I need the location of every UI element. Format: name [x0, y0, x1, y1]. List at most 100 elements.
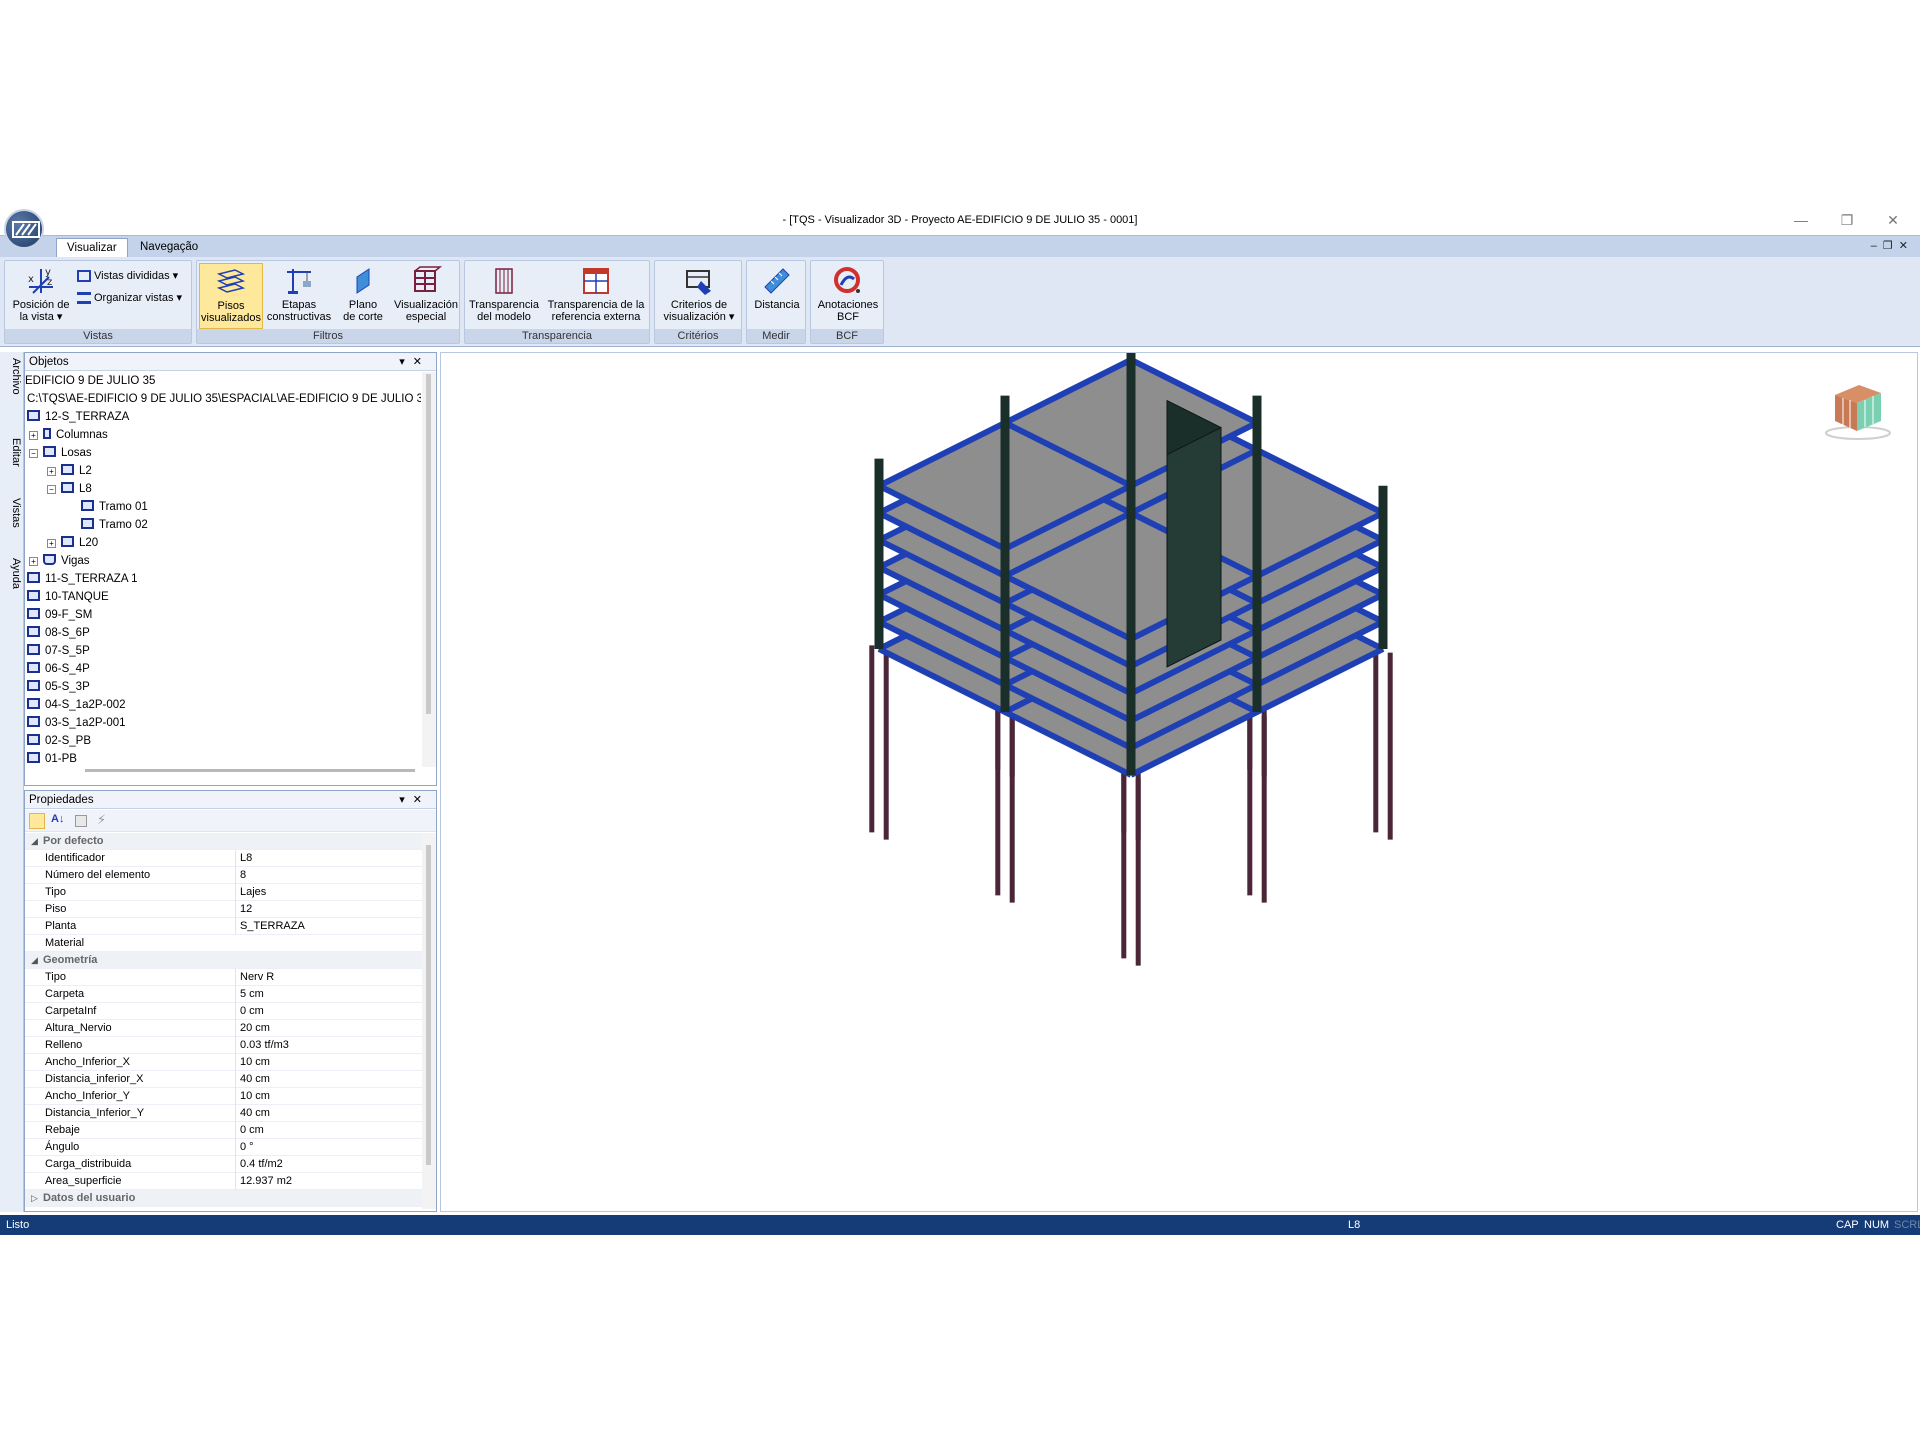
tree-item-path[interactable]: C:\TQS\AE-EDIFICIO 9 DE JULIO 35\ESPACIA…: [27, 390, 421, 408]
property-value[interactable]: 0 cm: [235, 1122, 264, 1139]
property-row[interactable]: Altura_Nervio 20 cm: [25, 1020, 423, 1037]
property-row[interactable]: Piso 12: [25, 901, 423, 918]
property-value[interactable]: 0.03 tf/m3: [235, 1037, 289, 1054]
expand-icon[interactable]: +: [29, 557, 38, 566]
property-value[interactable]: 20 cm: [235, 1020, 270, 1037]
expand-icon[interactable]: +: [47, 467, 56, 476]
expand-icon[interactable]: +: [47, 539, 56, 548]
property-row[interactable]: CarpetaInf 0 cm: [25, 1003, 423, 1020]
transparencia-referencia-button[interactable]: Transparencia de la referencia externa: [543, 263, 649, 329]
tree-item-floor[interactable]: 12-S_TERRAZA: [27, 408, 129, 426]
property-value[interactable]: S_TERRAZA: [235, 918, 305, 935]
property-row[interactable]: Ángulo 0 °: [25, 1139, 423, 1156]
property-row[interactable]: Area_superficie 12.937 m2: [25, 1173, 423, 1190]
property-row[interactable]: Tipo Lajes: [25, 884, 423, 901]
property-row[interactable]: Carga_distribuida 0.4 tf/m2: [25, 1156, 423, 1173]
property-value[interactable]: 0.4 tf/m2: [235, 1156, 283, 1173]
tree-item-floor[interactable]: 02-S_PB: [27, 732, 91, 750]
side-tab-archivo[interactable]: Archivo: [2, 358, 22, 395]
property-row[interactable]: Relleno 0.03 tf/m3: [25, 1037, 423, 1054]
anotaciones-bcf-button[interactable]: Anotaciones BCF: [813, 263, 883, 329]
tree-item-floor[interactable]: 03-S_1a2P-001: [27, 714, 126, 732]
expand-triangle-icon[interactable]: ▷: [31, 1190, 38, 1207]
app-logo-icon[interactable]: [4, 209, 44, 249]
collapse-triangle-icon[interactable]: ◢: [31, 952, 38, 969]
property-pages-icon[interactable]: [75, 815, 87, 827]
viewport-3d[interactable]: [440, 352, 1918, 1212]
property-value[interactable]: 0 °: [235, 1139, 254, 1156]
tree-item-floor[interactable]: 01-PB: [27, 750, 77, 768]
expand-icon[interactable]: +: [29, 431, 38, 440]
tree-item-slab[interactable]: − L8: [47, 480, 92, 498]
collapse-icon[interactable]: −: [47, 485, 56, 494]
tree-item-floor[interactable]: 04-S_1a2P-002: [27, 696, 126, 714]
tree-item-project[interactable]: EDIFICIO 9 DE JULIO 35: [25, 372, 155, 390]
pisos-visualizados-button[interactable]: Pisos visualizados: [199, 263, 263, 329]
property-row[interactable]: Carpeta 5 cm: [25, 986, 423, 1003]
tree-item-group[interactable]: + Columnas: [29, 426, 108, 444]
events-icon[interactable]: ⚡: [97, 812, 106, 828]
property-value[interactable]: 0 cm: [235, 1003, 264, 1020]
core-wall[interactable]: [1166, 426, 1222, 668]
organizar-vistas-button[interactable]: Organizar vistas ▾: [77, 289, 182, 307]
posicion-vista-button[interactable]: x y z Posición de la vista ▾: [7, 263, 75, 329]
property-row[interactable]: Número del elemento 8: [25, 867, 423, 884]
property-row[interactable]: Identificador L8: [25, 850, 423, 867]
tree-item-floor[interactable]: 10-TANQUE: [27, 588, 109, 606]
property-row[interactable]: Tipo Nerv R: [25, 969, 423, 986]
property-row[interactable]: Planta S_TERRAZA: [25, 918, 423, 935]
panel-pin-close-icon[interactable]: ▾✕: [399, 353, 430, 371]
building-3d-model[interactable]: [441, 353, 1918, 1212]
tree-item-span[interactable]: Tramo 01: [81, 498, 148, 516]
tree-item-floor[interactable]: 05-S_3P: [27, 678, 90, 696]
minimize-icon[interactable]: —: [1778, 209, 1824, 231]
property-row[interactable]: Ancho_Inferior_X 10 cm: [25, 1054, 423, 1071]
tree-item-group[interactable]: + Vigas: [29, 552, 90, 570]
tree-item-span[interactable]: Tramo 02: [81, 516, 148, 534]
side-tab-vistas[interactable]: Vistas: [2, 498, 22, 528]
vistas-divididas-button[interactable]: Vistas divididas ▾: [77, 267, 178, 285]
property-value[interactable]: 10 cm: [235, 1054, 270, 1071]
view-cube-icon[interactable]: [1823, 379, 1893, 441]
property-value[interactable]: 5 cm: [235, 986, 264, 1003]
property-value[interactable]: L8: [235, 850, 252, 867]
tree-item-floor[interactable]: 08-S_6P: [27, 624, 90, 642]
property-row[interactable]: Ancho_Inferior_Y 10 cm: [25, 1088, 423, 1105]
property-value[interactable]: 12.937 m2: [235, 1173, 292, 1190]
property-value[interactable]: 12: [235, 901, 252, 918]
etapas-constructivas-button[interactable]: Etapas constructivas: [265, 263, 333, 329]
transparencia-modelo-button[interactable]: Transparencia del modelo: [467, 263, 541, 329]
property-value[interactable]: Lajes: [235, 884, 266, 901]
mdi-window-controls[interactable]: –❐✕: [1871, 239, 1914, 252]
property-value[interactable]: 40 cm: [235, 1071, 270, 1088]
section-datos-usuario[interactable]: ▷ Datos del usuario: [25, 1190, 423, 1207]
close-icon[interactable]: ✕: [1870, 209, 1916, 231]
restore-icon[interactable]: ❐: [1824, 209, 1870, 231]
collapse-icon[interactable]: −: [29, 449, 38, 458]
categorized-icon[interactable]: [29, 813, 45, 829]
property-row[interactable]: Rebaje 0 cm: [25, 1122, 423, 1139]
property-value[interactable]: 8: [235, 867, 246, 884]
property-row[interactable]: Distancia_inferior_X 40 cm: [25, 1071, 423, 1088]
properties-vertical-scrollbar[interactable]: [422, 833, 436, 1209]
tree-item-slab[interactable]: + L20: [47, 534, 98, 552]
tree-item-floor[interactable]: 11-S_TERRAZA 1: [27, 570, 137, 588]
tree-horizontal-scrollbar[interactable]: [85, 769, 415, 772]
plano-corte-button[interactable]: Plano de corte: [335, 263, 391, 329]
tree-item-floor[interactable]: 06-S_4P: [27, 660, 90, 678]
tree-item-floor[interactable]: 07-S_5P: [27, 642, 90, 660]
tab-visualizar[interactable]: Visualizar: [56, 238, 128, 258]
collapse-triangle-icon[interactable]: ◢: [31, 833, 38, 850]
property-row[interactable]: Distancia_Inferior_Y 40 cm: [25, 1105, 423, 1122]
properties-scroll-thumb[interactable]: [426, 845, 431, 1165]
side-tab-editar[interactable]: Editar: [2, 438, 22, 467]
tree-vertical-scrollbar[interactable]: [422, 372, 436, 767]
tree-scroll-thumb[interactable]: [426, 374, 431, 714]
visualizacion-especial-button[interactable]: Visualización especial: [393, 263, 459, 329]
property-value[interactable]: 40 cm: [235, 1105, 270, 1122]
tree-item-group[interactable]: − Losas: [29, 444, 92, 462]
criterios-visualizacion-button[interactable]: Criterios de visualización ▾: [657, 263, 741, 329]
side-tab-ayuda[interactable]: Ayuda: [2, 558, 22, 589]
tree-item-slab[interactable]: + L2: [47, 462, 92, 480]
property-value[interactable]: Nerv R: [235, 969, 274, 986]
